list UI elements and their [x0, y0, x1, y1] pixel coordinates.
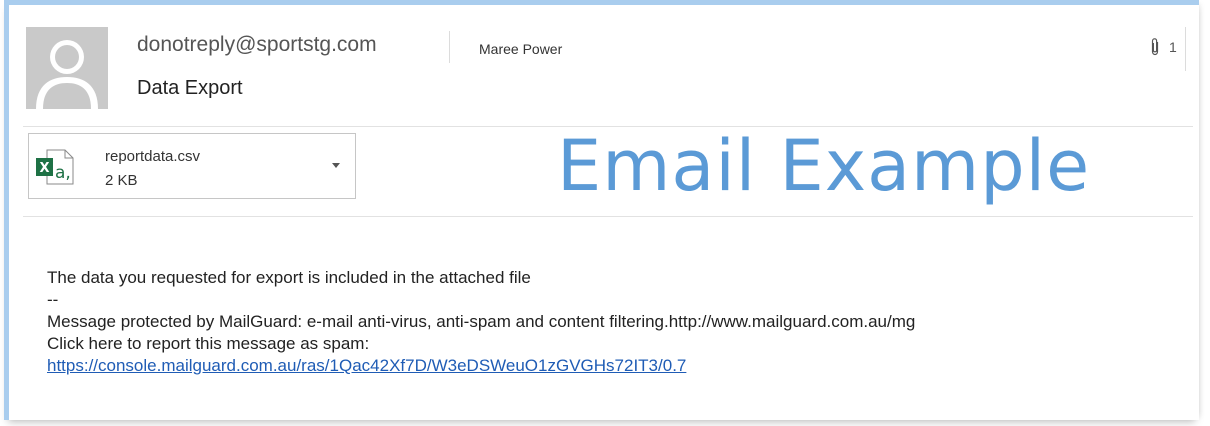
sender-address[interactable]: donotreply@sportstg.com: [137, 33, 377, 57]
excel-file-icon: a, X: [36, 149, 74, 185]
attachment-card[interactable]: a, X reportdata.csv 2 KB: [28, 133, 356, 199]
email-subject: Data Export: [137, 77, 243, 99]
header-right-divider: [1185, 27, 1186, 71]
body-line: Message protected by MailGuard: e-mail a…: [47, 312, 916, 331]
attachment-count: 1: [1169, 39, 1177, 55]
spam-report-link[interactable]: https://console.mailguard.com.au/ras/1Qa…: [47, 356, 686, 375]
attachment-dropdown-button[interactable]: [331, 160, 341, 170]
person-icon: [26, 27, 108, 109]
recipient-name[interactable]: Maree Power: [479, 41, 562, 57]
body-separator: --: [47, 290, 59, 309]
paperclip-icon: [1151, 38, 1159, 56]
attachment-indicator: 1: [1149, 37, 1177, 57]
header-divider: [449, 31, 450, 63]
svg-text:X: X: [40, 161, 50, 176]
email-example-watermark: Email Example: [557, 125, 1091, 207]
email-body: The data you requested for export is inc…: [47, 267, 915, 377]
body-line: The data you requested for export is inc…: [47, 268, 531, 287]
chevron-down-icon: [332, 162, 340, 168]
attachment-size: 2 KB: [105, 172, 138, 189]
email-reading-pane: donotreply@sportstg.com Maree Power 1 Da…: [4, 0, 1199, 420]
attachment-separator: [23, 216, 1193, 217]
body-line: Click here to report this message as spa…: [47, 334, 370, 353]
sender-avatar: [26, 27, 108, 109]
svg-text:a,: a,: [55, 163, 71, 183]
attachment-filename: reportdata.csv: [105, 148, 201, 165]
